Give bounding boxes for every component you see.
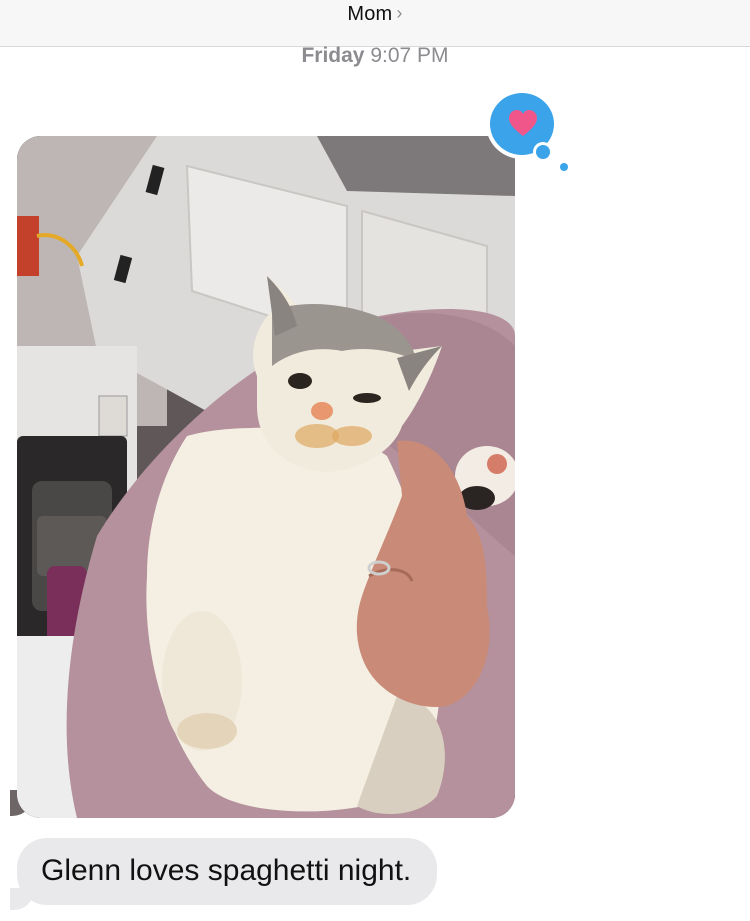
message-text: Glenn loves spaghetti night. xyxy=(41,854,412,887)
timestamp-time: 9:07 PM xyxy=(370,44,449,67)
message-timestamp: Friday 9:07 PM xyxy=(0,44,750,68)
cat-photo-message[interactable] xyxy=(17,136,515,818)
tapback-bubble-dot xyxy=(560,163,568,171)
contact-name-button[interactable]: Mom › xyxy=(0,3,750,26)
conversation-header: Mom › xyxy=(0,0,750,47)
contact-name[interactable]: Mom xyxy=(347,3,392,25)
chevron-right-icon[interactable]: › xyxy=(396,3,402,24)
cat-photo xyxy=(17,136,515,818)
tapback-reaction[interactable] xyxy=(490,93,568,171)
message-bubble[interactable]: Glenn loves spaghetti night. xyxy=(17,838,438,905)
timestamp-day: Friday xyxy=(301,44,365,67)
heart-icon xyxy=(509,110,537,136)
tapback-bubble-tail xyxy=(536,145,550,159)
